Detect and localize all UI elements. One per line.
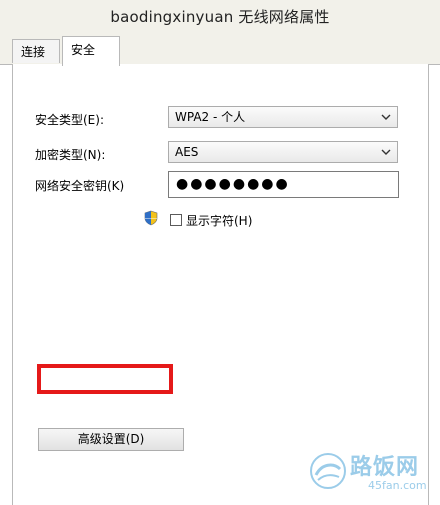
wireless-properties-window: baodingxinyuan 无线网络属性 连接 安全 安全类型(E): WPA… [0,0,440,505]
encryption-type-label: 加密类型(N): [35,148,106,162]
advanced-settings-button[interactable]: 高级设置(D) [38,428,184,451]
uac-shield-icon [144,210,158,226]
site-watermark: 路饭网 45fan.com [302,447,432,497]
chevron-down-icon [381,149,391,155]
tab-security[interactable]: 安全 [62,36,120,66]
encryption-type-value: AES [175,145,199,159]
chevron-down-icon [381,114,391,120]
title-bar: baodingxinyuan 无线网络属性 [0,0,440,35]
security-panel: 安全类型(E): WPA2 - 个人 加密类型(N): AES 网络安全密钥(K… [12,64,429,505]
security-type-label: 安全类型(E): [35,113,104,127]
network-key-input[interactable]: ●●●●●●●● [168,171,399,198]
show-characters-checkbox[interactable] [170,214,182,226]
tab-connection[interactable]: 连接 [12,39,60,63]
tab-strip: 连接 安全 [0,34,440,66]
show-characters-label: 显示字符(H) [186,214,253,228]
encryption-type-select[interactable]: AES [168,141,398,163]
window-title: baodingxinyuan 无线网络属性 [110,8,330,26]
watermark-text: 路饭网 [350,455,420,480]
network-key-label: 网络安全密钥(K) [35,179,125,193]
watermark-subtext: 45fan.com [368,479,427,492]
security-type-select[interactable]: WPA2 - 个人 [168,106,398,128]
watermark-logo-icon [310,453,346,489]
security-type-value: WPA2 - 个人 [175,110,246,124]
